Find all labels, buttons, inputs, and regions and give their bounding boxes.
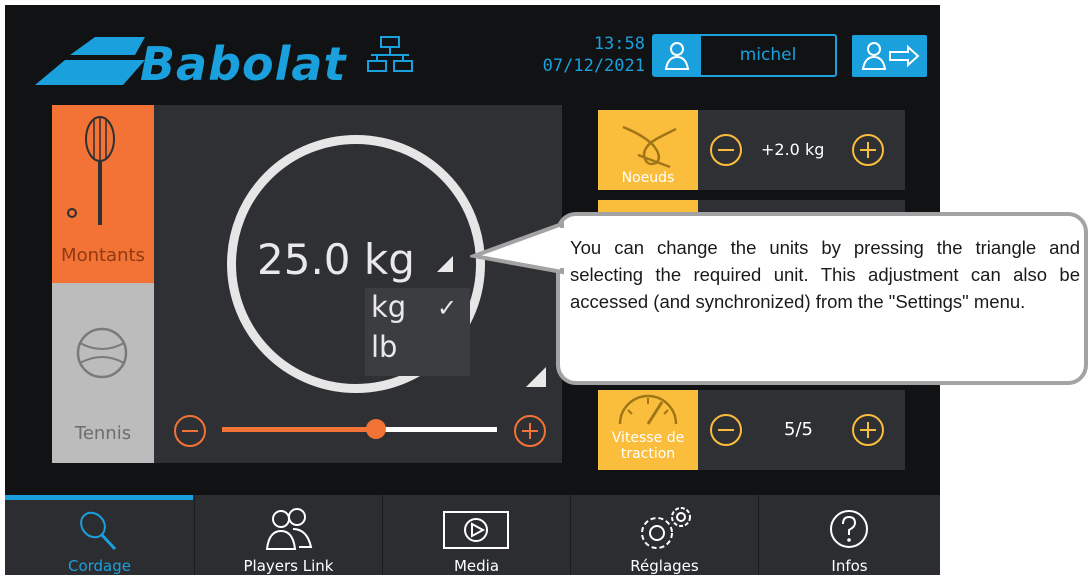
knot-icon — [622, 125, 677, 169]
nav-infos-label: Infos — [831, 557, 868, 575]
tooltip-pointer — [470, 221, 570, 275]
players-icon — [265, 508, 313, 550]
nav-reglages[interactable]: Réglages — [571, 495, 759, 575]
unit-dropdown-triangle-icon[interactable] — [437, 256, 453, 272]
help-callout: You can change the units by pressing the… — [556, 212, 1088, 385]
racket-icon — [67, 116, 115, 225]
datetime: 13:58 07/12/2021 — [505, 33, 645, 77]
logo-text: Babolat — [140, 37, 347, 91]
network-icon[interactable] — [365, 35, 415, 75]
tennis-ball-icon — [76, 327, 128, 379]
date-display: 07/12/2021 — [542, 56, 645, 76]
noeuds-value: +2.0 kg — [761, 140, 825, 159]
tab-tennis-label: Tennis — [74, 423, 132, 444]
nav-cordage[interactable]: Cordage — [5, 495, 195, 575]
help-icon — [830, 510, 868, 548]
header: Babolat 13:58 07/12/2021 michel — [5, 5, 940, 105]
unit-option-lb[interactable]: lb — [371, 330, 397, 364]
tab-montants-label: Montants — [61, 245, 145, 266]
vitesse-label-line2: traction — [620, 446, 676, 462]
tension-value: 25.0 — [257, 235, 351, 284]
help-callout-text: You can change the units by pressing the… — [570, 237, 1080, 312]
play-icon — [443, 511, 509, 549]
tension-readout: 25.0 kg — [257, 235, 415, 284]
nav-players-link[interactable]: Players Link — [195, 495, 383, 575]
param-row-noeuds: Noeuds +2.0 kg — [598, 110, 905, 190]
nav-cordage-label: Cordage — [67, 557, 132, 575]
decrease-tension-button[interactable] — [170, 411, 210, 451]
vitesse-label-line1: Vitesse de — [611, 430, 685, 446]
tension-slider-fill — [222, 427, 376, 432]
tension-unit: kg — [363, 235, 415, 284]
unit-menu: kg ✓ lb — [365, 288, 470, 376]
increase-tension-button[interactable] — [510, 411, 550, 451]
tab-montants[interactable]: Montants — [52, 105, 154, 283]
vitesse-value: 5/5 — [784, 419, 813, 440]
user-logout-icon — [861, 42, 920, 70]
babolat-swoosh-icon — [35, 37, 145, 85]
noeuds-tile[interactable]: Noeuds — [598, 110, 698, 190]
vitesse-tile[interactable]: Vitesse de traction — [598, 390, 698, 470]
logout-button[interactable] — [852, 35, 927, 77]
tension-slider-track — [376, 427, 497, 432]
tension-slider-thumb[interactable] — [366, 419, 386, 439]
babolat-logo: Babolat — [25, 27, 415, 91]
bottom-nav: Cordage Players Link Media Réglages Info… — [5, 495, 940, 575]
decrease-vitesse-button[interactable] — [706, 410, 746, 450]
tab-tennis[interactable]: Tennis — [52, 283, 154, 463]
unit-option-kg[interactable]: kg — [371, 290, 406, 324]
decrease-noeuds-button[interactable] — [706, 130, 746, 170]
nav-players-link-label: Players Link — [243, 557, 334, 575]
checkmark-icon: ✓ — [437, 294, 458, 322]
gears-icon — [641, 507, 691, 549]
tension-panel: Montants Tennis 25.0 kg kg ✓ lb — [52, 105, 562, 463]
nav-media-label: Media — [453, 557, 500, 575]
param-row-vitesse: Vitesse de traction 5/5 — [598, 390, 905, 470]
racket-nav-icon — [80, 511, 117, 551]
time-display: 13:58 — [593, 34, 645, 54]
user-name: michel — [739, 45, 797, 65]
nav-media[interactable]: Media — [383, 495, 571, 575]
user-icon — [654, 36, 701, 75]
nav-active-indicator — [5, 495, 193, 500]
noeuds-label: Noeuds — [621, 170, 675, 186]
increase-noeuds-button[interactable] — [848, 130, 888, 170]
nav-infos[interactable]: Infos — [759, 495, 940, 575]
user-selector[interactable]: michel — [652, 34, 837, 77]
settings-corner-triangle-icon[interactable] — [526, 367, 546, 387]
nav-reglages-label: Réglages — [630, 557, 699, 575]
increase-vitesse-button[interactable] — [848, 410, 888, 450]
